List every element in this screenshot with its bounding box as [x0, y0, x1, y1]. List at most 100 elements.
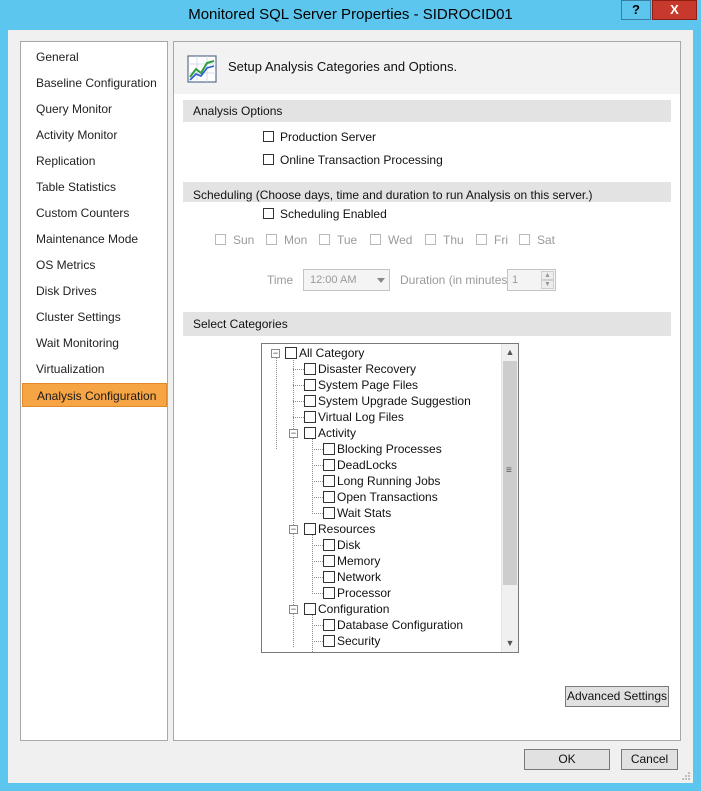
tree-connector: [293, 401, 304, 402]
tree-item-database-configuration[interactable]: Database Configuration: [323, 617, 463, 633]
tree-item-resources[interactable]: Resources: [304, 521, 375, 537]
tree-connector: [293, 385, 304, 386]
scheduling-enabled-checkbox[interactable]: [263, 208, 274, 219]
day-thu-checkbox[interactable]: [425, 234, 436, 245]
sidebar-item-custom-counters[interactable]: Custom Counters: [22, 201, 167, 225]
tree-connector: [312, 465, 323, 466]
oltp-checkbox[interactable]: [263, 154, 274, 165]
time-label: Time: [267, 273, 294, 287]
grip-icon: ≡: [506, 465, 512, 476]
sidebar-item-replication[interactable]: Replication: [22, 149, 167, 173]
tree-scrollbar[interactable]: ▲ ≡ ▼: [501, 344, 518, 652]
time-select[interactable]: 12:00 AM: [303, 269, 390, 291]
tree-item-system-page-files[interactable]: System Page Files: [304, 377, 418, 393]
tree-label: System Page Files: [318, 378, 419, 392]
analysis-panel: Setup Analysis Categories and Options. A…: [173, 41, 681, 741]
tree-checkbox[interactable]: [323, 474, 335, 487]
sidebar-item-disk-drives[interactable]: Disk Drives: [22, 279, 167, 303]
spin-up-icon[interactable]: ▲: [541, 271, 554, 280]
tree-connector: [312, 625, 323, 626]
tree-checkbox[interactable]: [304, 522, 316, 535]
sidebar-item-os-metrics[interactable]: OS Metrics: [22, 253, 167, 277]
tree-item-deadlocks[interactable]: DeadLocks: [323, 457, 397, 473]
tree-checkbox[interactable]: [304, 378, 316, 391]
tree-checkbox[interactable]: [323, 442, 335, 455]
tree-label: Database Configuration: [337, 618, 464, 632]
tree-label: Disk: [337, 538, 361, 552]
resize-grip-icon[interactable]: [681, 771, 691, 781]
tree-item-long-running-jobs[interactable]: Long Running Jobs: [323, 473, 440, 489]
tree-item-disaster-recovery[interactable]: Disaster Recovery: [304, 361, 416, 377]
tree-checkbox[interactable]: [304, 602, 316, 615]
collapse-icon[interactable]: −: [289, 525, 298, 534]
collapse-icon[interactable]: −: [271, 349, 280, 358]
panel-header: Setup Analysis Categories and Options.: [174, 42, 680, 94]
tree-checkbox[interactable]: [323, 538, 335, 551]
tree-item-memory[interactable]: Memory: [323, 553, 380, 569]
production-server-checkbox[interactable]: [263, 131, 274, 142]
tree-label: Security: [337, 634, 381, 648]
scroll-up-icon[interactable]: ▲: [502, 344, 518, 361]
tree-checkbox[interactable]: [304, 362, 316, 375]
tree-item-blocking-processes[interactable]: Blocking Processes: [323, 441, 442, 457]
spin-down-icon[interactable]: ▼: [541, 280, 554, 289]
duration-spinner[interactable]: 1 ▲ ▼: [507, 269, 556, 291]
tree-item-disk[interactable]: Disk: [323, 537, 360, 553]
advanced-settings-button[interactable]: Advanced Settings: [565, 686, 669, 707]
category-tree[interactable]: − All Category Disaster Recovery System …: [261, 343, 519, 653]
sidebar-item-baseline-configuration[interactable]: Baseline Configuration: [22, 71, 167, 95]
tree-item-system-upgrade-suggestion[interactable]: System Upgrade Suggestion: [304, 393, 471, 409]
sidebar-item-wait-monitoring[interactable]: Wait Monitoring: [22, 331, 167, 355]
tree-checkbox[interactable]: [323, 458, 335, 471]
tree-item-activity[interactable]: Activity: [304, 425, 356, 441]
day-tue-checkbox[interactable]: [319, 234, 330, 245]
collapse-icon[interactable]: −: [289, 429, 298, 438]
tree-checkbox[interactable]: [323, 506, 335, 519]
day-mon-checkbox[interactable]: [266, 234, 277, 245]
tree-item-security[interactable]: Security: [323, 633, 380, 649]
tree-item-processor[interactable]: Processor: [323, 585, 391, 601]
tree-checkbox[interactable]: [323, 634, 335, 647]
tree-connector: [293, 369, 304, 370]
tree-item-virtual-log-files[interactable]: Virtual Log Files: [304, 409, 404, 425]
sidebar-item-cluster-settings[interactable]: Cluster Settings: [22, 305, 167, 329]
sidebar-nav: General Baseline Configuration Query Mon…: [20, 41, 168, 741]
section-scheduling: Scheduling (Choose days, time and durati…: [183, 182, 671, 202]
tree-checkbox[interactable]: [323, 618, 335, 631]
tree-label: Wait Stats: [337, 506, 392, 520]
sidebar-item-general[interactable]: General: [22, 45, 167, 69]
sidebar-item-virtualization[interactable]: Virtualization: [22, 357, 167, 381]
tree-checkbox[interactable]: [323, 554, 335, 567]
day-fri-checkbox[interactable]: [476, 234, 487, 245]
tree-checkbox[interactable]: [285, 346, 297, 359]
tree-checkbox[interactable]: [304, 410, 316, 423]
tree-connector: [312, 481, 323, 482]
day-wed-checkbox[interactable]: [370, 234, 381, 245]
tree-item-wait-stats[interactable]: Wait Stats: [323, 505, 391, 521]
ok-button[interactable]: OK: [524, 749, 610, 770]
tree-checkbox[interactable]: [323, 570, 335, 583]
tree-checkbox[interactable]: [304, 394, 316, 407]
tree-checkbox[interactable]: [323, 490, 335, 503]
scroll-down-icon[interactable]: ▼: [502, 635, 518, 652]
sidebar-item-table-statistics[interactable]: Table Statistics: [22, 175, 167, 199]
day-sat-checkbox[interactable]: [519, 234, 530, 245]
help-button[interactable]: ?: [621, 0, 651, 20]
sidebar-item-analysis-configuration[interactable]: Analysis Configuration: [22, 383, 167, 407]
day-sun-checkbox[interactable]: [215, 234, 226, 245]
tree-item-configuration[interactable]: Configuration: [304, 601, 389, 617]
close-button[interactable]: X: [652, 0, 697, 20]
day-thu-label: Thu: [443, 233, 464, 247]
sidebar-item-query-monitor[interactable]: Query Monitor: [22, 97, 167, 121]
collapse-icon[interactable]: −: [289, 605, 298, 614]
sidebar-item-activity-monitor[interactable]: Activity Monitor: [22, 123, 167, 147]
tree-item-open-transactions[interactable]: Open Transactions: [323, 489, 438, 505]
scrollbar-thumb[interactable]: ≡: [503, 361, 517, 585]
cancel-button[interactable]: Cancel: [621, 749, 678, 770]
tree-checkbox[interactable]: [323, 586, 335, 599]
sidebar-item-maintenance-mode[interactable]: Maintenance Mode: [22, 227, 167, 251]
tree-connector: [312, 545, 323, 546]
tree-item-all-category[interactable]: All Category: [285, 345, 364, 361]
tree-checkbox[interactable]: [304, 426, 316, 439]
tree-item-network[interactable]: Network: [323, 569, 381, 585]
